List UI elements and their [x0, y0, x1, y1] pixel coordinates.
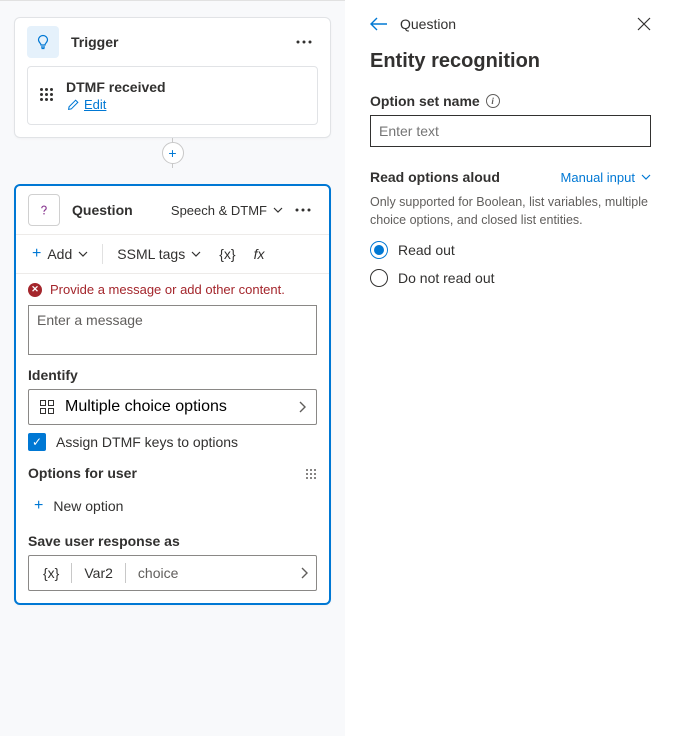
more-icon — [296, 40, 312, 44]
breadcrumb: Question — [400, 16, 456, 32]
close-icon — [637, 17, 651, 31]
variable-icon: {x} — [37, 565, 65, 581]
plus-icon: + — [32, 245, 41, 263]
assign-dtmf-checkbox[interactable]: ✓ Assign DTMF keys to options — [16, 433, 329, 461]
help-text: Only supported for Boolean, list variabl… — [370, 193, 651, 229]
grip-icon[interactable] — [305, 468, 317, 480]
radio-read-out[interactable]: Read out — [370, 241, 651, 259]
properties-panel: Question Entity recognition Option set n… — [348, 0, 673, 736]
identify-select[interactable]: Multiple choice options — [28, 389, 317, 425]
lightbulb-icon — [27, 26, 59, 58]
dtmf-received-item[interactable]: DTMF received Edit — [27, 66, 318, 125]
mode-label: Speech & DTMF — [171, 203, 267, 218]
plus-icon: + — [34, 497, 43, 515]
message-input[interactable]: Enter a message — [28, 305, 317, 355]
arrow-left-icon — [370, 17, 388, 31]
more-icon — [295, 208, 311, 212]
panel-title: Entity recognition — [370, 50, 651, 73]
option-set-name-input[interactable] — [370, 115, 651, 147]
edit-label: Edit — [84, 97, 106, 112]
radio-do-not-read[interactable]: Do not read out — [370, 269, 651, 287]
chevron-down-icon — [641, 174, 651, 180]
more-button[interactable] — [289, 208, 317, 212]
assign-dtmf-label: Assign DTMF keys to options — [56, 434, 238, 450]
chevron-down-icon — [191, 251, 201, 257]
radio-read-out-label: Read out — [398, 242, 455, 258]
chevron-right-icon — [301, 567, 308, 579]
save-variable-select[interactable]: {x} Var2 choice — [28, 555, 317, 591]
identify-value: Multiple choice options — [65, 398, 227, 416]
chevron-down-icon — [78, 251, 88, 257]
trigger-title: Trigger — [71, 34, 290, 50]
manual-input-label: Manual input — [561, 170, 635, 185]
radio-checked-icon — [370, 241, 388, 259]
variable-type: choice — [132, 563, 184, 583]
drag-handle-icon[interactable] — [40, 88, 56, 104]
chevron-down-icon — [273, 207, 283, 213]
question-icon — [28, 194, 60, 226]
new-option-label: New option — [53, 498, 123, 514]
error-message: ✕ Provide a message or add other content… — [16, 274, 329, 301]
identify-label: Identify — [16, 367, 329, 383]
add-button[interactable]: + Add — [26, 241, 94, 267]
checkbox-checked-icon: ✓ — [28, 433, 46, 451]
options-icon — [39, 399, 55, 415]
dtmf-title: DTMF received — [66, 79, 166, 95]
options-label: Options for user — [28, 465, 137, 481]
radio-do-not-label: Do not read out — [398, 270, 495, 286]
question-title: Question — [72, 202, 171, 218]
mode-dropdown[interactable]: Speech & DTMF — [171, 203, 283, 218]
edit-link[interactable]: Edit — [66, 97, 166, 112]
fx-icon: fx — [254, 246, 265, 262]
variable-icon: {x} — [219, 246, 235, 262]
save-response-label: Save user response as — [16, 533, 329, 549]
variable-name: Var2 — [78, 563, 119, 583]
pencil-icon — [66, 98, 80, 112]
fx-button[interactable]: fx — [248, 242, 271, 266]
radio-unchecked-icon — [370, 269, 388, 287]
close-button[interactable] — [637, 17, 651, 31]
option-set-name-label: Option set name i — [370, 93, 651, 109]
trigger-card: Trigger DTMF received Edit — [14, 17, 331, 138]
connector: + — [0, 138, 345, 168]
error-text: Provide a message or add other content. — [50, 282, 285, 297]
read-options-label: Read options aloud — [370, 169, 500, 185]
more-button[interactable] — [290, 40, 318, 44]
manual-input-link[interactable]: Manual input — [561, 170, 651, 185]
back-button[interactable] — [370, 17, 388, 31]
ssml-label: SSML tags — [117, 246, 185, 262]
chevron-right-icon — [299, 401, 306, 413]
add-label: Add — [47, 246, 72, 262]
error-icon: ✕ — [28, 283, 42, 297]
info-icon[interactable]: i — [486, 94, 500, 108]
variable-button[interactable]: {x} — [213, 242, 241, 266]
question-card: Question Speech & DTMF + Add SSML tags {… — [14, 184, 331, 605]
add-node-button[interactable]: + — [162, 142, 184, 164]
new-option-button[interactable]: + New option — [16, 487, 329, 529]
ssml-tags-button[interactable]: SSML tags — [111, 242, 207, 266]
